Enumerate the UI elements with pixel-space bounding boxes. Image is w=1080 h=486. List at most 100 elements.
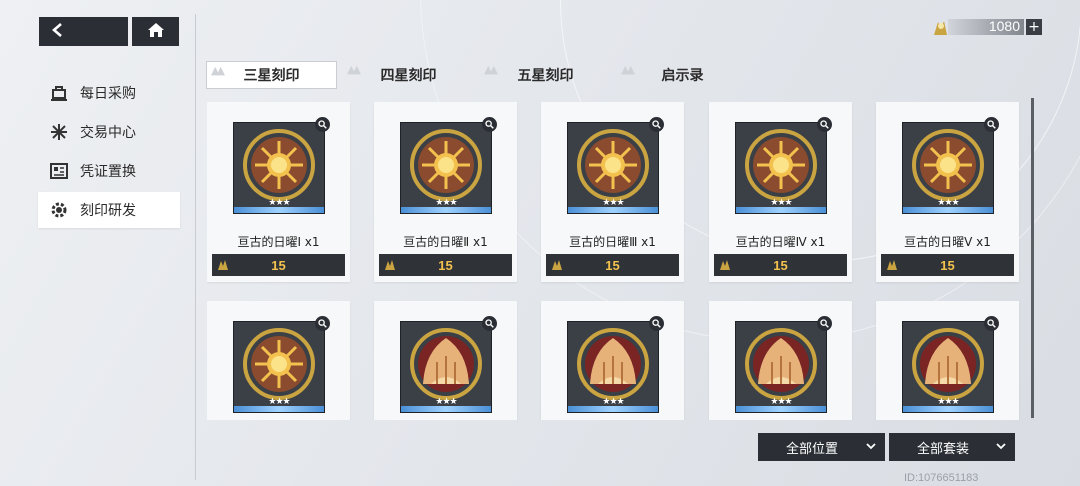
item-price: 15	[940, 257, 955, 273]
sidebar-item-label: 交易中心	[80, 125, 136, 141]
zoom-button[interactable]	[482, 117, 497, 132]
item-thumbnail: ★★★	[735, 316, 832, 413]
zoom-button[interactable]	[649, 117, 664, 132]
seal-icon	[881, 254, 903, 276]
cart-icon	[48, 82, 70, 104]
item-thumbnail: ★★★	[567, 117, 664, 214]
tab-label: 五星刻印	[517, 68, 574, 84]
item-price: 15	[773, 257, 788, 273]
item-card[interactable]: ★★★	[374, 301, 517, 420]
tab-decoration-icon: ▲▲	[621, 63, 635, 76]
tab-label: 四星刻印	[380, 68, 437, 84]
bell-emblem-icon	[410, 328, 482, 400]
item-thumbnail: ★★★	[233, 117, 330, 214]
sidebar-item-engraving-research[interactable]: 刻印研发	[38, 192, 180, 228]
item-thumbnail: ★★★	[400, 117, 497, 214]
star-rating: ★★★	[602, 198, 624, 208]
sidebar-divider	[195, 14, 196, 480]
price-tag: 15	[881, 254, 1014, 276]
exchange-icon	[48, 121, 70, 143]
gear-icon	[48, 199, 70, 221]
item-card[interactable]: ★★★	[876, 301, 1019, 420]
zoom-button[interactable]	[817, 117, 832, 132]
tab-revelation[interactable]: ▲▲ 启示录	[617, 61, 748, 89]
item-card[interactable]: ★★★ 亘古的日曜Ⅴ x1 15	[876, 102, 1019, 282]
magnifier-icon	[820, 319, 829, 328]
zoom-button[interactable]	[649, 316, 664, 331]
magnifier-icon	[652, 120, 661, 129]
price-tag: 15	[546, 254, 679, 276]
zoom-button[interactable]	[482, 316, 497, 331]
ticket-icon	[48, 160, 70, 182]
sidebar-item-trade-center[interactable]: 交易中心	[38, 114, 180, 150]
item-card[interactable]: ★★★ 亘古的日曜Ⅳ x1 15	[709, 102, 852, 282]
item-name: 亘古的日曜Ⅰ x1	[237, 235, 320, 249]
item-card[interactable]: ★★★	[207, 301, 350, 420]
zoom-button[interactable]	[984, 117, 999, 132]
item-card[interactable]: ★★★ 亘古的日曜Ⅰ x1 15	[207, 102, 350, 282]
sun-emblem-icon	[410, 129, 482, 201]
add-currency-button[interactable]: +	[1026, 19, 1042, 35]
tab-four-star[interactable]: ▲▲ 四星刻印	[343, 61, 474, 89]
tab-three-star[interactable]: ▲▲ 三星刻印	[206, 61, 337, 89]
item-price: 15	[605, 257, 620, 273]
star-rating: ★★★	[770, 198, 792, 208]
set-filter-label: 全部套装	[917, 441, 970, 457]
sun-emblem-icon	[912, 129, 984, 201]
currency-amount: 1080	[988, 18, 1020, 34]
tab-label: 启示录	[661, 68, 704, 84]
scrollbar-thumb[interactable]	[1031, 98, 1034, 418]
magnifier-icon	[820, 120, 829, 129]
item-name: 亘古的日曜Ⅲ x1	[569, 235, 656, 249]
star-rating: ★★★	[602, 397, 624, 407]
item-card[interactable]: ★★★	[709, 301, 852, 420]
star-rating: ★★★	[268, 198, 290, 208]
scrollbar[interactable]	[1031, 98, 1034, 420]
star-rating: ★★★	[435, 198, 457, 208]
item-thumbnail: ★★★	[735, 117, 832, 214]
item-thumbnail: ★★★	[902, 117, 999, 214]
sidebar-item-daily-purchase[interactable]: 每日采购	[38, 75, 180, 111]
zoom-button[interactable]	[315, 117, 330, 132]
star-rating: ★★★	[770, 397, 792, 407]
item-card[interactable]: ★★★ 亘古的日曜Ⅲ x1 15	[541, 102, 684, 282]
tab-five-star[interactable]: ▲▲ 五星刻印	[480, 61, 611, 89]
sidebar: 每日采购 交易中心 凭证置换 刻印研发	[38, 75, 180, 231]
sidebar-item-voucher-exchange[interactable]: 凭证置换	[38, 153, 180, 189]
sidebar-item-label: 刻印研发	[80, 203, 136, 219]
zoom-button[interactable]	[984, 316, 999, 331]
zoom-button[interactable]	[817, 316, 832, 331]
magnifier-icon	[485, 319, 494, 328]
set-filter-dropdown[interactable]: 全部套装	[889, 433, 1015, 461]
chevron-down-icon	[995, 440, 1007, 456]
magnifier-icon	[652, 319, 661, 328]
back-button[interactable]	[39, 17, 128, 46]
magnifier-icon	[485, 120, 494, 129]
sidebar-item-label: 每日采购	[80, 86, 136, 102]
tab-bar: ▲▲ 三星刻印 ▲▲ 四星刻印 ▲▲ 五星刻印 ▲▲ 启示录	[206, 61, 754, 89]
bell-emblem-icon	[912, 328, 984, 400]
home-button[interactable]	[132, 17, 179, 46]
price-tag: 15	[714, 254, 847, 276]
tab-decoration-icon: ▲▲	[347, 63, 361, 76]
magnifier-icon	[318, 319, 327, 328]
item-thumbnail: ★★★	[902, 316, 999, 413]
sidebar-item-label: 凭证置换	[80, 164, 136, 180]
item-name: 亘古的日曜Ⅳ x1	[735, 235, 826, 249]
home-icon	[147, 22, 165, 42]
zoom-button[interactable]	[315, 316, 330, 331]
sun-emblem-icon	[745, 129, 817, 201]
item-card[interactable]: ★★★ 亘古的日曜Ⅱ x1 15	[374, 102, 517, 282]
tab-label: 三星刻印	[243, 68, 300, 84]
position-filter-dropdown[interactable]: 全部位置	[758, 433, 885, 461]
chevron-down-icon	[865, 440, 877, 456]
seal-icon	[546, 254, 568, 276]
magnifier-icon	[318, 120, 327, 129]
item-price: 15	[271, 257, 286, 273]
item-name: 亘古的日曜Ⅱ x1	[403, 235, 488, 249]
item-grid: ★★★ 亘古的日曜Ⅰ x1 15 ★★★ 亘古的日曜Ⅱ x1 15 ★★★ 亘古…	[207, 102, 1023, 420]
tab-decoration-icon: ▲▲	[211, 64, 225, 77]
tab-decoration-icon: ▲▲	[484, 63, 498, 76]
item-card[interactable]: ★★★	[541, 301, 684, 420]
back-arrow-icon	[51, 22, 65, 41]
